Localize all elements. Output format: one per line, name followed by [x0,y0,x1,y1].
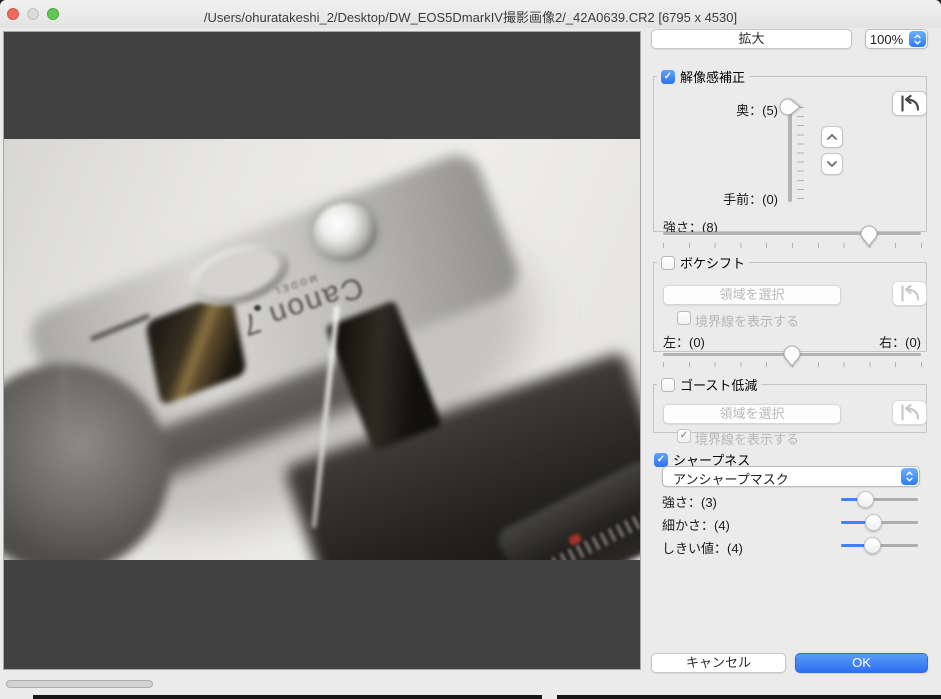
sharpness-checkbox[interactable]: ✓ [654,452,668,467]
bokeh-right-label: 右：(0) [879,335,921,350]
depth-slider-track[interactable] [788,106,792,202]
bokeh-shift-label: ボケシフト [680,256,746,271]
bokeh-show-border-label: 境界線を表示する [695,314,800,329]
adjustment-panel: 拡大 100% ✓ 解像感補正 奥：(5) 手前：(0) 強さ：(8) ボケシフ… [648,28,941,699]
background-edge [557,695,941,699]
bokeh-shift-group: ボケシフト 領域を選択 境界線を表示する 左：(0) 右：(0) [653,253,927,367]
stepper-icon [909,31,926,47]
sharpness-method-value: アンシャープマスク [673,472,789,487]
cancel-button[interactable]: キャンセル [651,653,786,673]
resolution-correction-legend: ✓ 解像感補正 [657,67,749,86]
detail-adjustment-window: /Users/ohuratakeshi_2/Desktop/DW_EOS5Dma… [0,0,941,699]
ghost-reduction-group: ゴースト低減 領域を選択 ✓ 境界線を表示する [653,375,927,447]
resolution-strength-slider-ticks [663,243,922,248]
back-depth-label: 奥：(5) [736,103,778,118]
bokeh-slider-thumb[interactable] [782,344,802,368]
resolution-correction-checkbox[interactable]: ✓ [661,69,675,84]
resolution-strength-slider-thumb[interactable] [859,224,879,248]
image-viewer: Canon 7 MODEL [0,28,648,699]
resolution-reset-button[interactable] [892,91,927,116]
sharpness-threshold-label: しきい値：(4) [662,541,743,556]
zoom-level-value: 100% [869,32,904,47]
ghost-reduction-legend: ゴースト低減 [657,375,761,394]
title-bar: /Users/ohuratakeshi_2/Desktop/DW_EOS5Dma… [0,0,941,29]
depth-slider-ticks [797,107,804,199]
depth-up-button[interactable] [821,126,843,148]
ok-button[interactable]: OK [795,653,928,673]
minimize-button[interactable] [27,8,39,20]
zoom-level-select[interactable]: 100% [865,29,928,49]
ghost-reduction-label: ゴースト低減 [680,378,758,393]
photo-preview: Canon 7 MODEL [4,139,640,560]
sharpness-strength-thumb[interactable] [857,491,874,508]
resolution-correction-label: 解像感補正 [680,70,746,85]
ghost-select-area-button[interactable]: 領域を選択 [663,404,841,424]
bokeh-left-label: 左：(0) [663,335,705,350]
ghost-reduction-checkbox[interactable] [661,377,675,392]
image-canvas[interactable]: Canon 7 MODEL [3,31,641,670]
enlarge-button[interactable]: 拡大 [651,29,852,49]
ghost-reset-button[interactable] [892,400,927,425]
background-edge [33,695,542,699]
stepper-icon [901,468,918,485]
bokeh-show-border-checkbox[interactable] [677,311,691,325]
zoom-window-button[interactable] [47,8,59,20]
ghost-show-border-label: 境界線を表示する [695,432,800,447]
resolution-strength-slider-track[interactable] [663,232,921,235]
close-button[interactable] [7,8,19,20]
depth-slider-thumb[interactable] [778,97,802,117]
resolution-correction-group: ✓ 解像感補正 奥：(5) 手前：(0) 強さ：(8) [653,67,927,248]
ghost-show-border-checkbox[interactable]: ✓ [677,429,691,443]
horizontal-scrollbar-thumb[interactable] [6,680,153,688]
depth-down-button[interactable] [821,153,843,175]
sharpness-method-select[interactable]: アンシャープマスク [662,466,920,487]
sharpness-threshold-thumb[interactable] [864,537,881,554]
bokeh-shift-checkbox[interactable] [661,255,675,270]
front-depth-label: 手前：(0) [723,192,778,207]
sharpness-strength-label: 強さ：(3) [662,495,717,510]
bokeh-select-area-button[interactable]: 領域を選択 [663,285,841,305]
bokeh-shift-legend: ボケシフト [657,253,749,272]
bokeh-reset-button[interactable] [892,281,927,306]
sharpness-fineness-thumb[interactable] [865,514,882,531]
window-title: /Users/ohuratakeshi_2/Desktop/DW_EOS5Dma… [203,10,738,25]
sharpness-fineness-label: 細かさ：(4) [662,518,730,533]
